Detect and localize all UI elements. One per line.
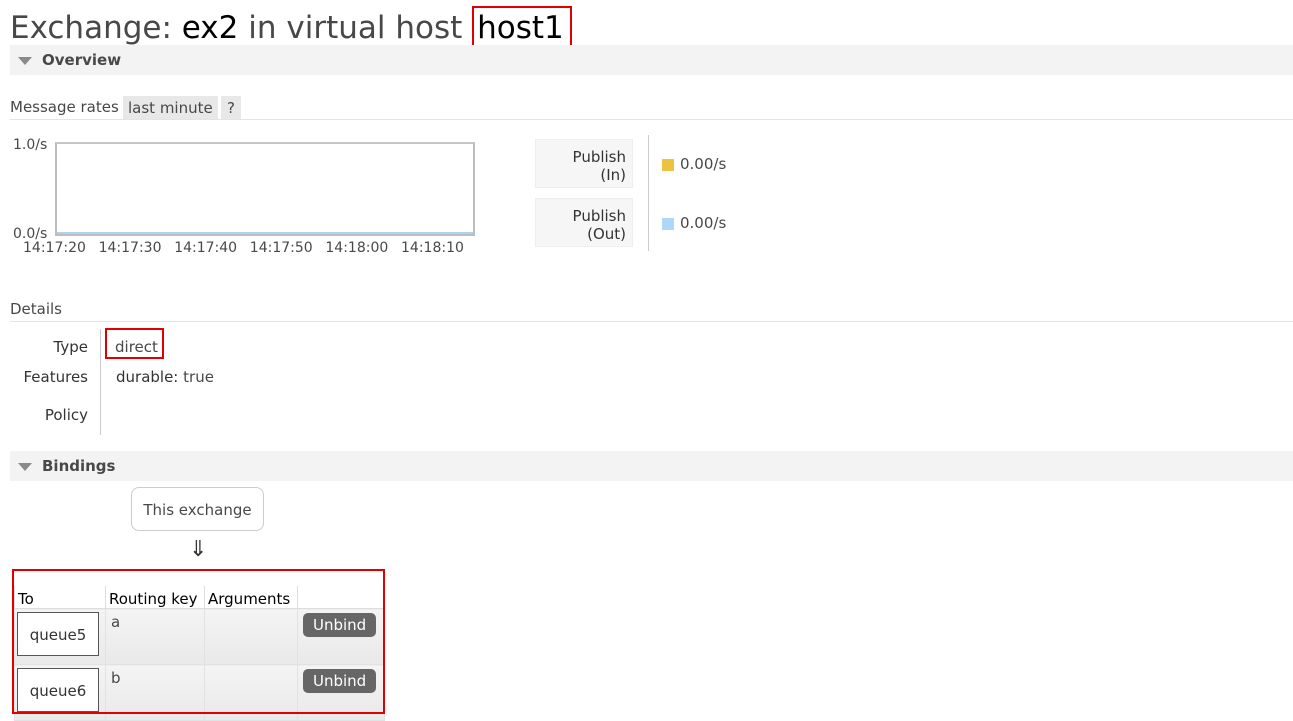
x-tick-label: 14:18:00	[325, 240, 389, 256]
details-heading: Details	[10, 300, 63, 318]
title-middle: in virtual host	[238, 10, 473, 46]
x-tick-label: 14:17:30	[98, 240, 162, 256]
unbind-button[interactable]: Unbind	[303, 613, 377, 637]
overview-section-label: Overview	[42, 51, 122, 69]
table-row: queue6 b Unbind	[14, 664, 385, 721]
down-arrow-icon: ⇓	[189, 537, 208, 562]
feature-value: true	[183, 368, 214, 386]
legend-label: Publish	[572, 148, 626, 166]
publish-out-rate: 0.00/s	[680, 214, 727, 232]
routing-key-cell: b	[105, 664, 205, 721]
feature-key: durable:	[116, 368, 179, 386]
title-prefix: Exchange:	[10, 10, 182, 46]
x-tick-label: 14:17:40	[174, 240, 238, 256]
y-tick-label-top: 1.0/s	[13, 137, 48, 153]
legend-label: Publish	[572, 207, 626, 225]
bindings-section-label: Bindings	[42, 457, 116, 475]
legend-key-publish-out: Publish (Out)	[535, 198, 633, 247]
actions-cell: Unbind	[297, 608, 385, 665]
legend-swatch-publish-in	[662, 159, 674, 171]
arguments-cell	[204, 664, 298, 721]
queue-link[interactable]: queue6	[17, 668, 99, 712]
type-value: direct	[115, 338, 158, 356]
column-header-routing-key: Routing key	[105, 586, 205, 609]
message-rates-label: Message rates	[10, 98, 119, 116]
exchange-name: ex2	[181, 10, 239, 46]
bindings-section-toggle[interactable]: Bindings	[10, 451, 1293, 481]
unbind-button[interactable]: Unbind	[303, 669, 377, 693]
routing-key-cell: a	[105, 608, 205, 665]
type-label: Type	[53, 338, 88, 356]
column-header-to: To	[14, 586, 106, 609]
vhost-name: host1	[472, 6, 572, 50]
features-label: Features	[23, 368, 89, 386]
x-tick-label: 14:18:10	[401, 240, 464, 256]
chart-plot-area	[55, 142, 475, 236]
legend-swatch-publish-out	[662, 218, 674, 230]
x-tick-label: 14:17:20	[23, 240, 86, 256]
x-tick-label: 14:17:50	[249, 240, 313, 256]
table-row: queue5 a Unbind	[14, 608, 385, 665]
legend-label: (Out)	[587, 225, 626, 243]
legend-divider	[648, 135, 649, 251]
table-header-row: To Routing key Arguments	[14, 586, 385, 609]
policy-label: Policy	[44, 406, 88, 424]
divider	[10, 321, 1293, 322]
overview-section-toggle[interactable]: Overview	[10, 45, 1293, 75]
series-line-publish-out	[57, 232, 473, 234]
collapse-triangle-icon	[18, 463, 32, 471]
column-header-arguments: Arguments	[204, 586, 298, 609]
to-cell: queue5	[14, 608, 106, 665]
divider	[10, 119, 1293, 120]
publish-in-rate: 0.00/s	[680, 155, 727, 173]
column-header-actions	[297, 586, 385, 609]
legend-key-publish-in: Publish (In)	[535, 139, 633, 188]
routing-key-value: b	[111, 669, 121, 687]
actions-cell: Unbind	[297, 664, 385, 721]
legend-label: (In)	[600, 166, 626, 184]
to-cell: queue6	[14, 664, 106, 721]
details-divider	[100, 329, 101, 435]
page-title: Exchange: ex2 in virtual host host1	[10, 6, 572, 50]
help-button[interactable]: ?	[221, 96, 241, 120]
routing-key-value: a	[111, 613, 121, 631]
collapse-triangle-icon	[18, 57, 32, 65]
bindings-table: To Routing key Arguments queue5 a Unbind…	[14, 586, 385, 721]
rate-range-selector[interactable]: last minute	[123, 96, 218, 120]
this-exchange-box: This exchange	[131, 487, 264, 531]
queue-link[interactable]: queue5	[17, 612, 99, 656]
arguments-cell	[204, 608, 298, 665]
features-value: durable: true	[116, 368, 214, 386]
